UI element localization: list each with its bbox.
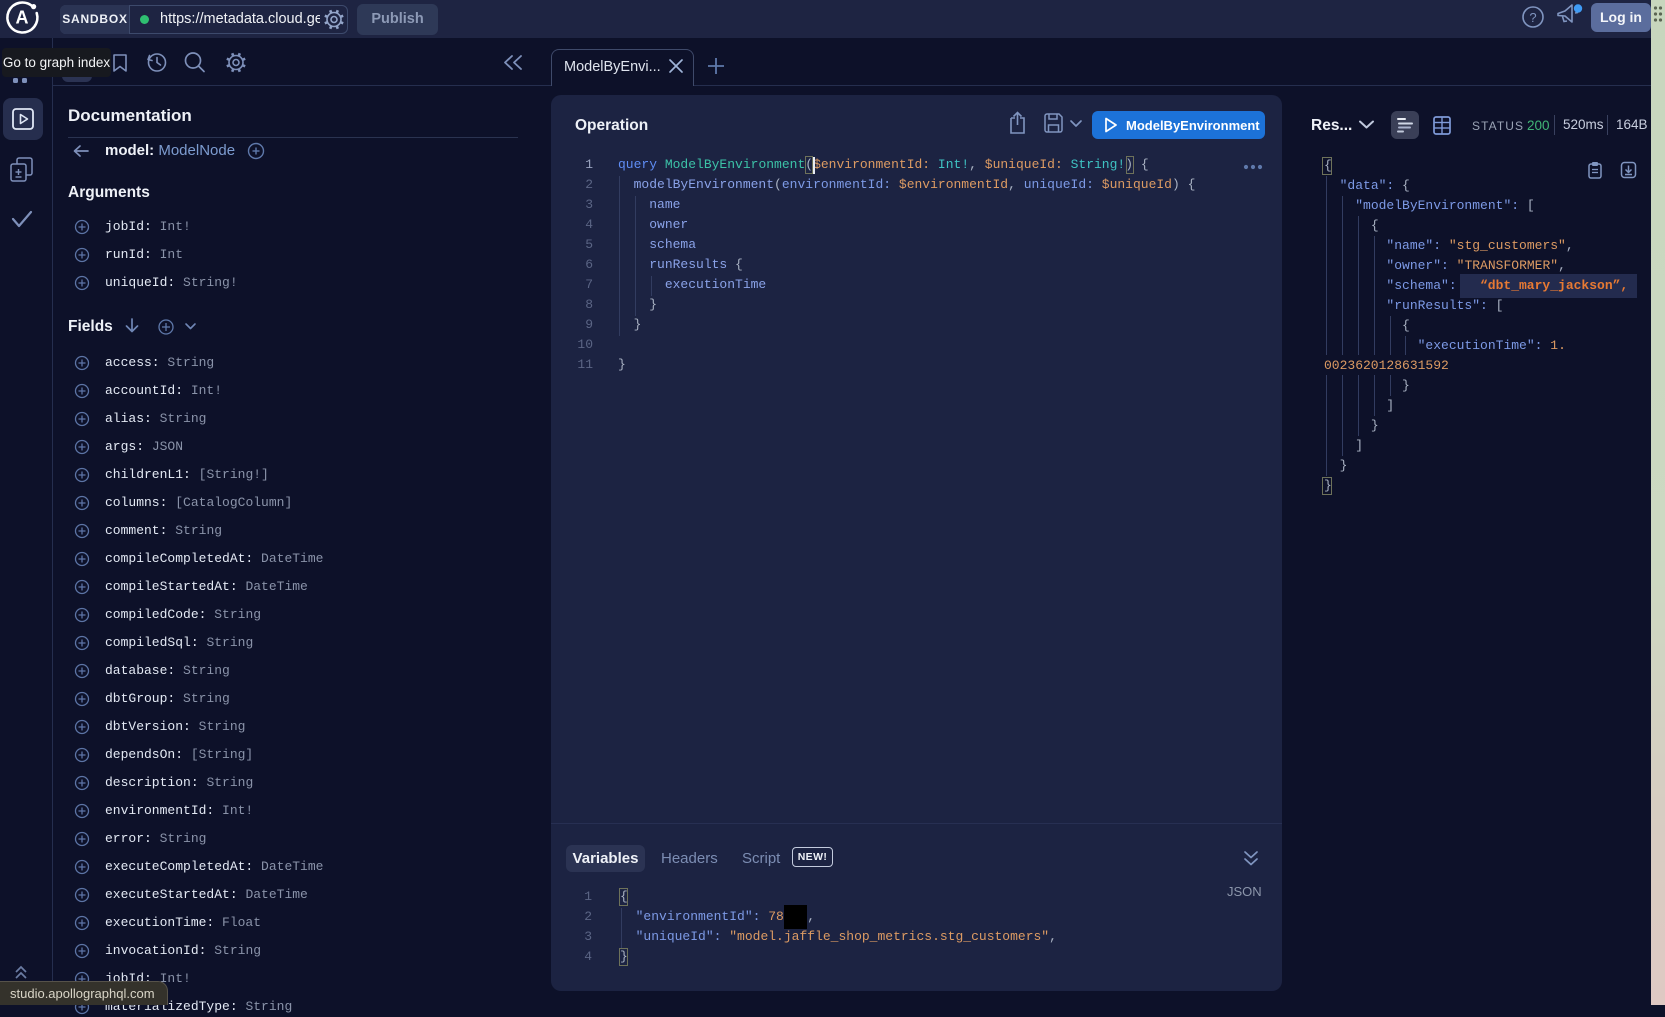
- svg-text:?: ?: [1529, 10, 1536, 25]
